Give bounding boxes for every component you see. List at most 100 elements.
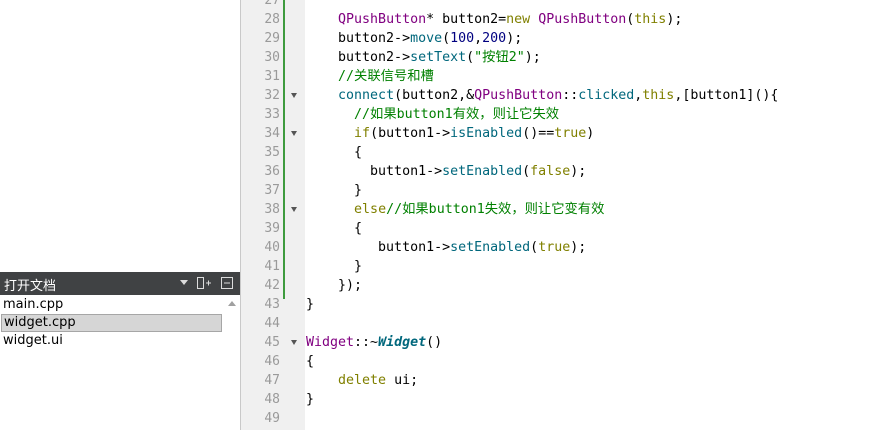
code-token: ()	[426, 335, 443, 350]
code-token: }	[306, 297, 315, 312]
line-number: 45	[264, 335, 280, 350]
line-number: 34	[264, 126, 280, 141]
code-editor[interactable]: QPushButton* button2=new QPushButton(thi…	[306, 0, 869, 430]
code-line: Widget::~Widget()	[306, 333, 442, 352]
line-number: 47	[264, 373, 280, 388]
code-token: true	[554, 126, 587, 141]
file-item-widget-ui[interactable]: widget.ui	[1, 332, 222, 350]
split-view-icon[interactable]	[197, 277, 211, 289]
code-line: else//如果button1失效，则让它变有效	[306, 200, 604, 219]
code-token: (	[530, 240, 539, 255]
fold-arrow-icon[interactable]	[291, 131, 297, 136]
code-line: button2->setText("按钮2");	[306, 48, 541, 67]
scroll-up-icon[interactable]	[228, 301, 236, 306]
code-line: //关联信号和槽	[306, 67, 434, 86]
file-list-scrollbar[interactable]	[225, 295, 239, 430]
code-token: else	[354, 202, 387, 217]
code-token: true	[538, 240, 571, 255]
file-item-main-cpp[interactable]: main.cpp	[1, 296, 222, 314]
fold-arrow-icon[interactable]	[291, 340, 297, 345]
line-number: 42	[264, 278, 280, 293]
code-line: //如果button1有效，则让它失效	[306, 105, 559, 124]
code-token: ui;	[386, 373, 419, 388]
fold-arrow-icon[interactable]	[291, 93, 297, 98]
code-line: button1->setEnabled(true);	[306, 238, 586, 257]
close-pane-icon[interactable]	[221, 277, 233, 289]
code-line: }	[306, 295, 314, 314]
line-number-gutter: 27 28 29 30 31 32 33 34 35 36 37 38 39 40 41 42 43 44 45 46…	[241, 0, 305, 430]
code-token: 100	[450, 31, 475, 46]
line-number: 27	[264, 0, 280, 8]
code-token: (button1->	[370, 126, 451, 141]
line-number: 38	[264, 202, 280, 217]
line-number: 32	[264, 88, 280, 103]
code-token: (	[522, 164, 531, 179]
line-number: 40	[264, 240, 280, 255]
code-token: ,	[474, 31, 483, 46]
code-token: }	[306, 392, 315, 407]
code-token: clicked	[578, 88, 635, 103]
code-token: (button2,&	[394, 88, 475, 103]
file-item-widget-cpp[interactable]: widget.cpp	[1, 314, 222, 332]
code-token: * button2=	[426, 12, 507, 27]
code-token: QPushButton	[338, 12, 427, 27]
code-token: setEnabled	[450, 240, 531, 255]
code-token: {	[306, 221, 363, 236]
code-token: button2->	[306, 50, 411, 65]
code-line: {	[306, 352, 314, 371]
code-token: Widget	[378, 335, 427, 350]
code-line: delete ui;	[306, 371, 418, 390]
code-token: button1->	[306, 240, 451, 255]
code-token: );	[570, 240, 587, 255]
code-token: //如果button1有效，则让它失效	[354, 107, 560, 122]
line-number: 39	[264, 221, 280, 236]
open-documents-header: 打开文档	[0, 272, 240, 295]
code-token: ::	[562, 88, 579, 103]
line-number: 41	[264, 259, 280, 274]
chevron-down-icon[interactable]	[180, 280, 188, 285]
open-documents-list: main.cpp widget.cpp widget.ui	[0, 295, 240, 430]
code-token: {	[306, 354, 315, 369]
code-line: {	[306, 143, 362, 162]
code-token: button2->	[306, 31, 411, 46]
code-token: );	[524, 50, 541, 65]
code-line: }	[306, 257, 362, 276]
code-token: );	[570, 164, 587, 179]
code-token: ::~	[354, 335, 379, 350]
line-number: 46	[264, 354, 280, 369]
code-token: ,[button1](){	[674, 88, 779, 103]
code-line: if(button1->isEnabled()==true)	[306, 124, 594, 143]
code-token: delete	[338, 373, 387, 388]
code-line: button2->move(100,200);	[306, 29, 522, 48]
code-token: ()==	[522, 126, 555, 141]
open-documents-title: 打开文档	[4, 279, 57, 294]
code-token: this	[634, 12, 667, 27]
code-token: "按钮2"	[474, 50, 525, 65]
code-token: )	[586, 126, 595, 141]
code-token: isEnabled	[450, 126, 523, 141]
line-number: 35	[264, 145, 280, 160]
code-line: connect(button2,&QPushButton::clicked,th…	[306, 86, 778, 105]
line-number: 49	[264, 411, 280, 426]
code-token: false	[530, 164, 571, 179]
line-number: 28	[264, 12, 280, 27]
fold-arrow-icon[interactable]	[291, 207, 297, 212]
code-token: setText	[410, 50, 467, 65]
line-number: 44	[264, 316, 280, 331]
line-number: 33	[264, 107, 280, 122]
code-token: 200	[482, 31, 507, 46]
code-token: QPushButton	[538, 12, 627, 27]
code-token: {	[306, 145, 363, 160]
code-line: {	[306, 219, 362, 238]
line-number: 31	[264, 69, 280, 84]
code-token: connect	[338, 88, 395, 103]
modified-lines-marker	[283, 0, 285, 299]
code-line: }	[306, 181, 362, 200]
line-number: 30	[264, 50, 280, 65]
